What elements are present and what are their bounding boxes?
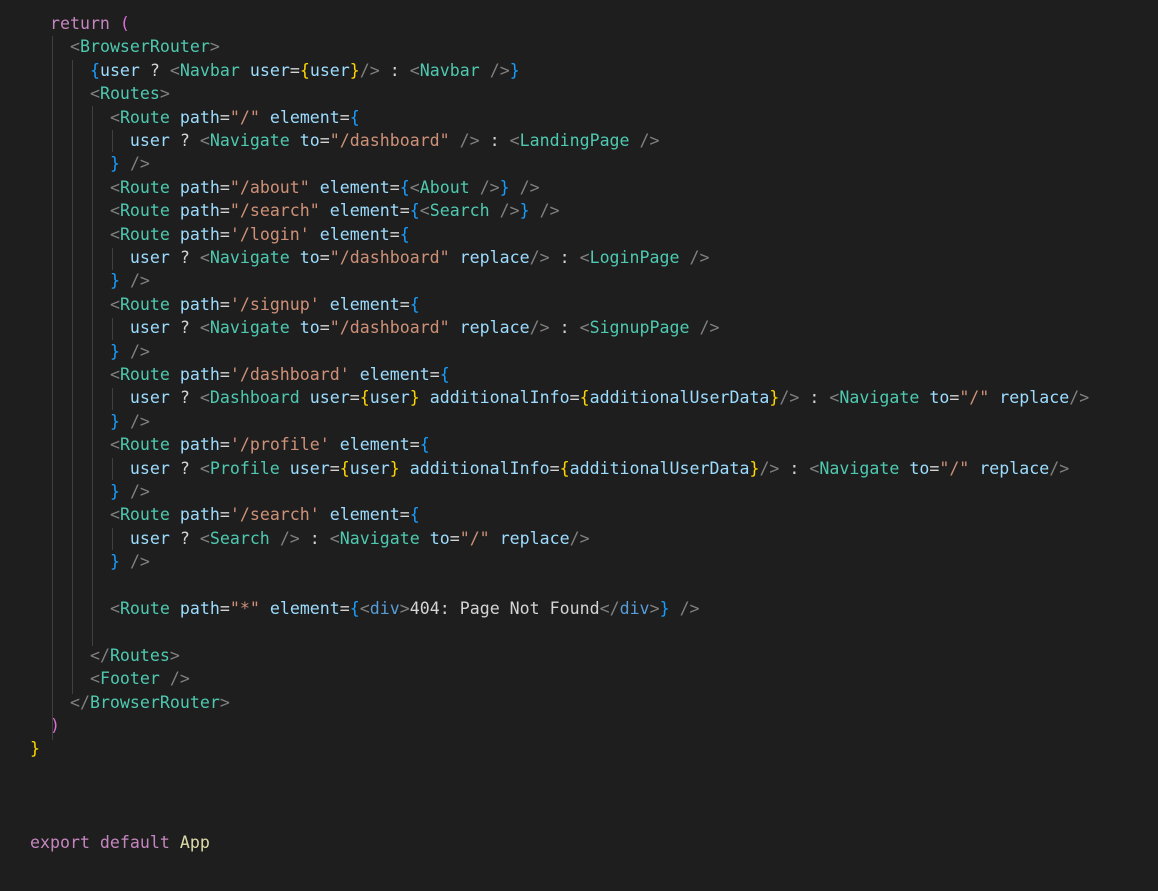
code-line: user ? <Navigate to="/dashboard" /> : <L… xyxy=(129,131,660,150)
export-name: App xyxy=(179,833,210,852)
code-line: user ? <Dashboard user={user} additional… xyxy=(129,388,1090,408)
code-line: <Route path="/" element={ xyxy=(109,107,360,127)
code-line: <Route path='/profile' element={ xyxy=(109,435,430,455)
code-line: user ? <Navigate to="/dashboard" replace… xyxy=(129,318,720,338)
code-line: <Route path='/login' element={ xyxy=(109,224,410,244)
code-line: } /> xyxy=(109,482,150,501)
code-line: user ? <Search /> : <Navigate to="/" rep… xyxy=(129,528,590,548)
code-line: return ( xyxy=(30,12,130,35)
tag-browserrouter: BrowserRouter xyxy=(79,37,210,57)
code-line: <Routes> xyxy=(89,84,170,104)
code-line: } xyxy=(30,739,40,759)
code-line: <Footer /> xyxy=(89,669,190,689)
code-line: <Route path='/signup' element={ xyxy=(109,294,420,314)
code-line: ) xyxy=(49,716,60,735)
code-line: } /> xyxy=(109,154,150,174)
code-editor[interactable]: return ( <BrowserRouter> {user ? <Navbar… xyxy=(0,0,1158,891)
code-line: export default App xyxy=(30,831,210,854)
code-line: {user ? <Navbar user={user}/> : <Navbar … xyxy=(89,60,520,80)
open-paren: ( xyxy=(109,14,130,33)
code-line: <Route path="*" element={<div>404: Page … xyxy=(109,599,700,618)
code-line: <Route path='/search' element={ xyxy=(109,505,420,525)
code-line: <Route path='/dashboard' element={ xyxy=(109,365,450,384)
code-line: </Routes> xyxy=(89,645,180,665)
code-line: <Route path="/about" element={<About />}… xyxy=(109,177,540,197)
code-line: } /> xyxy=(109,271,150,291)
keyword-return: return xyxy=(49,14,110,33)
code-line: } /> xyxy=(109,341,150,361)
code-line: user ? <Navigate to="/dashboard" replace… xyxy=(129,248,710,267)
code-line: <BrowserRouter> xyxy=(69,37,220,57)
code-line: user ? <Profile user={user} additionalIn… xyxy=(129,458,1070,478)
code-line: </BrowserRouter> xyxy=(69,692,230,712)
code-line: } /> xyxy=(109,411,150,431)
code-line: <Route path="/search" element={<Search /… xyxy=(109,201,560,221)
keyword-export-default: export default xyxy=(30,833,170,852)
code-line: } /> xyxy=(109,552,150,572)
